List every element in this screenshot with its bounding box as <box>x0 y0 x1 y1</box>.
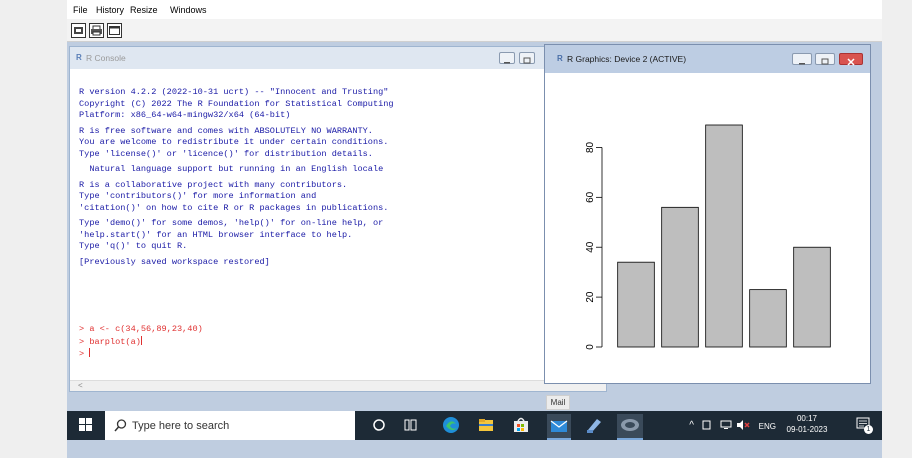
display-icon[interactable] <box>720 420 732 432</box>
y-tick-label: 20 <box>585 291 596 303</box>
menu-resize[interactable]: Resize <box>130 5 158 15</box>
menu-bar: File History Resize Windows <box>67 0 882 19</box>
minimize-button[interactable] <box>499 52 515 64</box>
network-icon[interactable] <box>702 420 712 432</box>
windows-start-icon[interactable] <box>79 418 93 432</box>
horizontal-scrollbar[interactable]: < <box>70 380 606 391</box>
toolbar <box>67 19 882 42</box>
taskbar-search-box[interactable]: Type here to search <box>105 411 355 440</box>
bar <box>749 289 787 348</box>
y-tick-label: 40 <box>585 241 596 253</box>
y-tick-label: 80 <box>585 141 596 153</box>
graphics-title: R Graphics: Device 2 (ACTIVE) <box>567 54 687 64</box>
r-logo-icon: R <box>557 54 563 63</box>
r-app-icon[interactable] <box>617 414 643 440</box>
notification-badge: 1 <box>864 425 873 434</box>
clock[interactable]: 00:17 09-01-2023 <box>784 414 830 434</box>
file-explorer-icon[interactable] <box>477 416 495 434</box>
close-button[interactable] <box>839 53 863 66</box>
console-line: Type 'contributors()' for more informati… <box>79 191 317 201</box>
taskbar: Type here to search ^ ENG 00:17 09-01-20… <box>67 411 882 440</box>
console-line: R version 4.2.2 (2022-10-31 ucrt) -- "In… <box>79 87 389 97</box>
r-logo-icon: R <box>76 53 82 62</box>
edge-browser-icon[interactable] <box>442 416 460 434</box>
r-graphics-window[interactable]: R R Graphics: Device 2 (ACTIVE) 0 20 40 60 8… <box>544 44 871 384</box>
console-line: Type 'license()' or 'licence()' for dist… <box>79 148 373 159</box>
bar <box>617 261 655 348</box>
console-line: Type 'q()' to quit R. <box>79 241 188 251</box>
console-line: Platform: x86_64-w64-mingw32/x64 (64-bit… <box>79 110 291 120</box>
console-command-line: > <box>79 348 91 359</box>
barplot-svg: 0 20 40 60 80 <box>585 124 831 350</box>
search-placeholder: Type here to search <box>132 420 230 432</box>
notification-icon[interactable]: 1 <box>856 417 873 434</box>
minimize-button[interactable] <box>792 53 812 65</box>
r-console-window[interactable]: R R Console R version 4.2.2 (2022-10-31 … <box>69 46 607 392</box>
chevron-up-icon[interactable]: ^ <box>689 420 694 431</box>
console-line: Copyright (C) 2022 The R Foundation for … <box>79 98 394 109</box>
console-line: Type 'demo()' for some demos, 'help()' f… <box>79 218 384 228</box>
scroll-left-arrow[interactable]: < <box>78 381 83 390</box>
menu-windows[interactable]: Windows <box>170 5 207 15</box>
barplot-area: 0 20 40 60 80 <box>550 75 866 379</box>
clock-time: 00:17 <box>796 414 818 423</box>
console-line: You are welcome to redistribute it under… <box>79 137 389 147</box>
console-output: R version 4.2.2 (2022-10-31 ucrt) -- "In… <box>79 87 394 268</box>
r-gui-window: File History Resize Windows R R Console … <box>67 0 882 458</box>
window-icon[interactable] <box>107 23 122 38</box>
graphics-titlebar[interactable]: R R Graphics: Device 2 (ACTIVE) <box>545 45 870 73</box>
notepad-icon[interactable] <box>585 416 603 434</box>
console-line: [Previously saved workspace restored] <box>79 256 270 267</box>
console-line: Natural language support but running in … <box>79 164 384 174</box>
store-icon[interactable] <box>512 416 530 434</box>
bar <box>661 206 699 348</box>
task-view-icon[interactable] <box>402 416 420 434</box>
bar <box>793 246 831 348</box>
bar <box>705 124 743 348</box>
language-indicator[interactable]: ENG <box>759 422 776 431</box>
console-command-line: > barplot(a) <box>79 335 142 347</box>
console-title: R Console <box>86 53 126 63</box>
print-icon[interactable] <box>89 23 104 38</box>
menu-file[interactable]: File <box>73 5 88 15</box>
console-command-line: > a <- c(34,56,89,23,40) <box>79 324 203 334</box>
console-line: 'citation()' on how to cite R or R packa… <box>79 202 389 213</box>
console-titlebar[interactable]: R R Console <box>70 47 606 69</box>
maximize-button[interactable] <box>815 53 835 65</box>
console-line: R is a collaborative project with many c… <box>79 179 348 190</box>
y-tick-label: 60 <box>585 191 596 203</box>
maximize-button[interactable] <box>519 52 535 64</box>
mail-icon[interactable] <box>547 414 571 440</box>
console-line: R is free software and comes with ABSOLU… <box>79 125 373 136</box>
copy-paste-icon[interactable] <box>71 23 86 38</box>
y-tick-label: 0 <box>585 344 596 350</box>
cortana-icon[interactable] <box>370 416 388 434</box>
search-icon <box>114 419 127 432</box>
volume-muted-icon[interactable] <box>736 420 750 432</box>
text-cursor <box>89 348 91 357</box>
clock-date: 09-01-2023 <box>786 425 828 434</box>
menu-history[interactable]: History <box>96 5 124 15</box>
mail-tooltip: Mail <box>546 395 570 410</box>
console-line: 'help.start()' for an HTML browser inter… <box>79 229 353 240</box>
console-commands[interactable]: > a <- c(34,56,89,23,40) > barplot(a) > <box>79 324 203 361</box>
text-cursor <box>140 335 142 345</box>
